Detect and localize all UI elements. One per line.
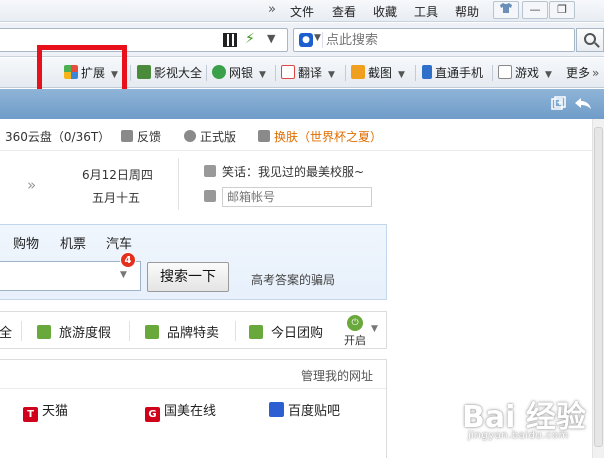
game-icon <box>498 65 512 79</box>
chevron-down-icon: ▼ <box>314 33 321 43</box>
chevron-down-icon[interactable]: ▼ <box>120 270 127 280</box>
ext-game-button[interactable]: 游戏 ▼ <box>498 64 552 82</box>
gome-icon: G <box>145 407 160 422</box>
baidu-paw-icon: ● <box>299 33 313 47</box>
menu-help[interactable]: 帮助 <box>455 3 479 20</box>
menu-view[interactable]: 查看 <box>332 3 356 20</box>
web-search-panel: 购物 机票 汽车 4 ▼ 搜索一下 高考答案的骗局 <box>0 224 387 300</box>
shirt-icon <box>258 130 270 142</box>
menu-overflow-chevron[interactable]: » <box>268 2 276 17</box>
search-tab-cars[interactable]: 汽车 <box>106 233 132 252</box>
baidu-paw-icon <box>269 402 284 417</box>
power-icon: ⏻ <box>347 315 363 331</box>
tmall-icon: T <box>23 407 38 422</box>
menu-file[interactable]: 文件 <box>290 3 314 20</box>
map-icon <box>37 325 51 339</box>
site-gome[interactable]: G 国美在线 <box>145 400 216 422</box>
qr-code-icon[interactable] <box>223 33 237 47</box>
undo-close-tab-icon[interactable] <box>574 96 592 112</box>
search-tab-flights[interactable]: 机票 <box>60 233 86 252</box>
baidu-jingyan-watermark: Bai 经验 jingyan.baidu.com <box>462 400 586 441</box>
page-topbar: 360云盘（0/36T） 反馈 正式版 换肤（世界杯之夏） <box>0 119 592 151</box>
feedback-link[interactable]: 反馈 <box>121 128 161 145</box>
site-links: 管理我的网址 T 天猫 G 国美在线 百度贴吧 <box>0 359 387 458</box>
menu-tools[interactable]: 工具 <box>414 3 438 20</box>
web-search-input[interactable]: 4 ▼ <box>0 252 141 291</box>
site-baidu-tieba[interactable]: 百度贴吧 <box>269 400 340 419</box>
site-tmall[interactable]: T 天猫 <box>23 400 68 422</box>
search-input[interactable] <box>326 31 566 49</box>
gear-icon <box>184 130 196 142</box>
vertical-scrollbar[interactable] <box>592 119 604 458</box>
mail-account-input[interactable] <box>222 187 372 207</box>
category-nav: 全 旅游度假 品牌特卖 今日团购 ⏻ 开启 ▼ <box>0 311 387 349</box>
chevron-down-icon[interactable]: ▼ <box>371 324 378 334</box>
lunar-date: 五月十五 <box>92 191 141 205</box>
chevron-right-icon: » <box>592 66 600 80</box>
minimize-icon[interactable]: — <box>522 1 548 19</box>
joke-link[interactable]: 笑话：我见过的最美校服~ <box>204 163 364 180</box>
menu-bar: » 文件 查看 收藏 工具 帮助 — ❐ <box>0 0 604 22</box>
date-block: » 6月12日周四 五月十五 笑话：我见过的最美校服~ <box>0 152 592 216</box>
chevron-down-icon[interactable]: ▼ <box>545 70 552 80</box>
cart-icon <box>145 325 159 339</box>
nav-item-group-buy[interactable]: 今日团购 <box>249 322 323 341</box>
ext-bank-button[interactable]: 网银 ▼ <box>212 64 266 82</box>
mail-login <box>204 187 372 207</box>
search-tab-shopping[interactable]: 购物 <box>13 233 39 252</box>
ext-more-button[interactable]: 更多» <box>566 64 599 82</box>
translate-icon <box>281 65 295 79</box>
tab-strip <box>0 89 604 119</box>
video-icon <box>137 65 151 79</box>
search-button[interactable] <box>576 28 604 52</box>
chevron-down-icon[interactable]: ▼ <box>328 70 335 80</box>
search-box: ● ▼ <box>293 28 575 52</box>
feedback-icon <box>121 130 133 142</box>
scrollbar-thumb[interactable] <box>594 127 603 447</box>
ext-translate-button[interactable]: 翻译 ▼ <box>281 64 335 82</box>
phone-icon <box>422 65 432 79</box>
mail-icon <box>204 189 216 202</box>
new-tab-icon[interactable] <box>550 96 568 112</box>
bank-icon <box>212 65 226 79</box>
web-search-button[interactable]: 搜索一下 <box>147 262 229 292</box>
chevron-down-icon[interactable]: ▼ <box>267 32 275 45</box>
manage-sites-link[interactable]: 管理我的网址 <box>301 367 373 384</box>
solar-date: 6月12日周四 <box>82 168 153 182</box>
ext-phone-button[interactable]: 直通手机 <box>422 64 483 82</box>
open-button[interactable]: ⏻ 开启 <box>343 315 367 347</box>
notification-badge: 4 <box>120 252 136 268</box>
restore-icon[interactable]: ❐ <box>549 1 575 19</box>
chevron-down-icon[interactable]: ▼ <box>398 70 405 80</box>
ext-screenshot-button[interactable]: 截图 ▼ <box>351 64 405 82</box>
double-chevron-icon[interactable]: » <box>27 176 36 194</box>
nav-item-partial[interactable]: 全 <box>0 322 12 341</box>
screenshot-icon <box>351 65 365 79</box>
nav-item-travel[interactable]: 旅游度假 <box>37 322 111 341</box>
menu-favorites[interactable]: 收藏 <box>373 3 397 20</box>
skin-shirt-icon[interactable] <box>493 1 519 19</box>
joke-icon <box>204 165 216 177</box>
change-skin-link[interactable]: 换肤（世界杯之夏） <box>258 128 382 145</box>
search-engine-selector[interactable]: ● ▼ <box>297 32 323 48</box>
nav-item-brand-sale[interactable]: 品牌特卖 <box>145 322 219 341</box>
cloud-disk-link[interactable]: 360云盘（0/36T） <box>5 128 110 145</box>
ext-video-button[interactable]: 影视大全 <box>137 64 202 82</box>
hot-query-link[interactable]: 高考答案的骗局 <box>251 271 335 288</box>
lightning-icon[interactable]: ⚡ <box>245 31 255 47</box>
chevron-down-icon[interactable]: ▼ <box>259 70 266 80</box>
official-version-link[interactable]: 正式版 <box>184 128 236 145</box>
calendar-icon <box>249 325 263 339</box>
